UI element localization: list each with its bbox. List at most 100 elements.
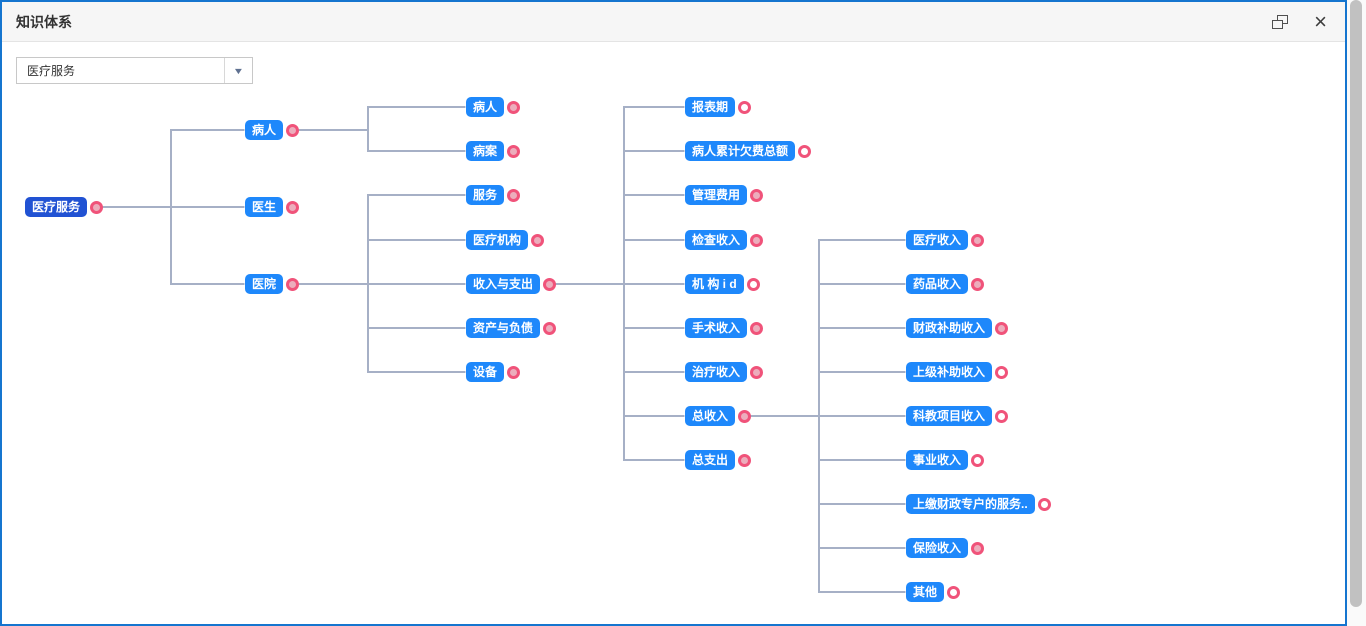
connector-line [624,194,693,196]
tree-node[interactable]: 医生 [245,197,299,217]
tree-node-label[interactable]: 事业收入 [906,450,968,470]
tree-node-label[interactable]: 医生 [245,197,283,217]
node-dot-filled[interactable] [543,322,556,335]
connector-line [368,194,474,196]
tree-node[interactable]: 管理费用 [685,185,763,205]
node-dot-filled[interactable] [90,201,103,214]
node-dot-filled[interactable] [971,542,984,555]
tree-node[interactable]: 病人 [245,120,299,140]
tree-node[interactable]: 报表期 [685,97,751,117]
tree-node[interactable]: 机 构 i d [685,274,760,294]
vertical-scrollbar[interactable] [1347,0,1366,626]
tree-node[interactable]: 设备 [466,362,520,382]
node-dot-filled[interactable] [286,201,299,214]
tree-node-label[interactable]: 设备 [466,362,504,382]
tree-node-label[interactable]: 报表期 [685,97,735,117]
node-dot-filled[interactable] [738,410,751,423]
node-dot-filled[interactable] [507,189,520,202]
tree-node[interactable]: 总收入 [685,406,751,426]
tree-node[interactable]: 收入与支出 [466,274,556,294]
tree-node[interactable]: 医院 [245,274,299,294]
node-dot-filled[interactable] [750,189,763,202]
tree-node-label[interactable]: 医疗机构 [466,230,528,250]
tree-node-label[interactable]: 医疗收入 [906,230,968,250]
connector-line [624,327,693,329]
tree-node-label[interactable]: 手术收入 [685,318,747,338]
scrollbar-thumb[interactable] [1350,0,1362,607]
tree-node[interactable]: 总支出 [685,450,751,470]
node-dot-filled[interactable] [750,234,763,247]
tree-node-label[interactable]: 服务 [466,185,504,205]
tree-node-label[interactable]: 机 构 i d [685,274,744,294]
node-dot-hollow[interactable] [1038,498,1051,511]
tree-node[interactable]: 手术收入 [685,318,763,338]
node-dot-filled[interactable] [286,278,299,291]
tree-node[interactable]: 事业收入 [906,450,984,470]
connector-line [297,129,368,131]
node-dot-filled[interactable] [750,322,763,335]
tree-node[interactable]: 科教项目收入 [906,406,1008,426]
connector-line [819,591,914,593]
node-dot-hollow[interactable] [947,586,960,599]
tree-node-label[interactable]: 医院 [245,274,283,294]
tree-node[interactable]: 资产与负债 [466,318,556,338]
tree-node-label[interactable]: 药品收入 [906,274,968,294]
tree-node-label[interactable]: 总支出 [685,450,735,470]
node-dot-filled[interactable] [531,234,544,247]
tree-node[interactable]: 保险收入 [906,538,984,558]
tree-node-label[interactable]: 其他 [906,582,944,602]
node-dot-filled[interactable] [971,278,984,291]
tree-node-label[interactable]: 病案 [466,141,504,161]
tree-node-label[interactable]: 资产与负债 [466,318,540,338]
node-dot-filled[interactable] [507,145,520,158]
tree-node[interactable]: 病人累计欠费总额 [685,141,811,161]
tree-node-label[interactable]: 科教项目收入 [906,406,992,426]
connector-line [554,283,624,285]
tree-node-label[interactable]: 总收入 [685,406,735,426]
node-dot-filled[interactable] [286,124,299,137]
node-dot-hollow[interactable] [995,410,1008,423]
node-dot-filled[interactable] [995,322,1008,335]
tree-node[interactable]: 服务 [466,185,520,205]
node-dot-filled[interactable] [750,366,763,379]
tree-node[interactable]: 病人 [466,97,520,117]
tree-node-label[interactable]: 病人 [466,97,504,117]
node-dot-filled[interactable] [738,454,751,467]
tree-node-label[interactable]: 病人 [245,120,283,140]
tree-node[interactable]: 检查收入 [685,230,763,250]
tree-node-label[interactable]: 检查收入 [685,230,747,250]
connector-line [624,239,693,241]
tree-node-label[interactable]: 上缴财政专户的服务.. [906,494,1035,514]
node-dot-hollow[interactable] [747,278,760,291]
node-dot-filled[interactable] [507,101,520,114]
tree-node[interactable]: 病案 [466,141,520,161]
tree-node-label[interactable]: 病人累计欠费总额 [685,141,795,161]
tree-node-label[interactable]: 医疗服务 [25,197,87,217]
node-dot-filled[interactable] [543,278,556,291]
node-dot-hollow[interactable] [738,101,751,114]
tree-node-label[interactable]: 治疗收入 [685,362,747,382]
node-dot-hollow[interactable] [995,366,1008,379]
tree-node[interactable]: 其他 [906,582,960,602]
tree-node[interactable]: 上级补助收入 [906,362,1008,382]
connector-line [368,283,474,285]
tree-node-label[interactable]: 财政补助收入 [906,318,992,338]
connector-line [749,415,819,417]
tree-node-label[interactable]: 收入与支出 [466,274,540,294]
tree-node[interactable]: 医疗收入 [906,230,984,250]
tree-node-label[interactable]: 保险收入 [906,538,968,558]
node-dot-filled[interactable] [507,366,520,379]
tree-node[interactable]: 财政补助收入 [906,318,1008,338]
tree-node[interactable]: 药品收入 [906,274,984,294]
node-dot-filled[interactable] [971,234,984,247]
tree-node-label[interactable]: 管理费用 [685,185,747,205]
tree-node-root[interactable]: 医疗服务 [25,197,103,217]
connector-line [624,150,693,152]
tree-node-label[interactable]: 上级补助收入 [906,362,992,382]
tree-node[interactable]: 上缴财政专户的服务.. [906,494,1051,514]
node-dot-hollow[interactable] [971,454,984,467]
connector-line [171,206,253,208]
node-dot-hollow[interactable] [798,145,811,158]
tree-node[interactable]: 医疗机构 [466,230,544,250]
tree-node[interactable]: 治疗收入 [685,362,763,382]
